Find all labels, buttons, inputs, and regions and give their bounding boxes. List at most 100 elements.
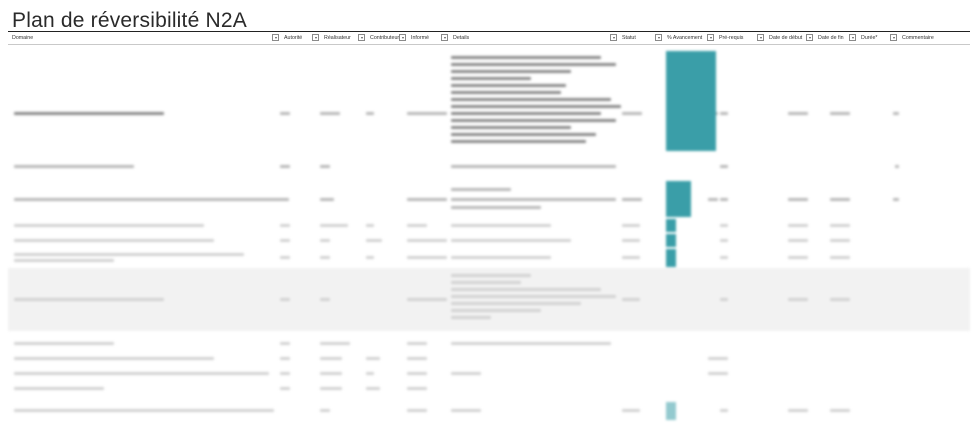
cell-autorite (280, 357, 290, 360)
cell-duree (895, 165, 899, 168)
col-header-domaine: Domaine (12, 32, 33, 44)
cell-domaine (14, 342, 114, 345)
cell-autorite (280, 239, 290, 242)
progress-bar (666, 402, 676, 420)
table-row[interactable] (8, 351, 970, 366)
cell-informe (407, 239, 447, 242)
cell-statut (622, 409, 640, 412)
cell-statut (622, 198, 642, 201)
cell-informe (407, 198, 447, 201)
cell-contributeur (366, 387, 380, 390)
table-header-row: Domaine Autorité Réalisateur Contributeu… (0, 32, 975, 44)
cell-prerequis (720, 198, 728, 201)
filter-dropdown-icon[interactable] (272, 34, 279, 41)
table-row[interactable] (8, 336, 970, 351)
cell-realisateur (320, 198, 334, 201)
cell-prerequis (720, 224, 728, 227)
cell-contributeur (366, 372, 374, 375)
table-row[interactable] (8, 50, 970, 152)
cell-date-fin (830, 409, 850, 412)
cell-informe (407, 409, 427, 412)
cell-date-fin (830, 112, 850, 115)
col-header-date-debut: Date de début (757, 32, 802, 44)
cell-informe (407, 372, 427, 375)
cell-date-fin (830, 298, 850, 301)
cell-details (451, 372, 481, 375)
cell-contributeur (366, 239, 382, 242)
table-body (0, 45, 975, 427)
col-header-contributeur: Contributeur (358, 32, 399, 44)
cell-domaine (14, 357, 214, 360)
cell-prerequis (720, 239, 728, 242)
cell-domaine (14, 298, 164, 301)
table-row[interactable] (8, 218, 970, 233)
table-row[interactable] (8, 248, 970, 268)
filter-dropdown-icon[interactable] (358, 34, 365, 41)
filter-dropdown-icon[interactable] (849, 34, 856, 41)
cell-date-debut (788, 256, 808, 259)
filter-dropdown-icon[interactable] (312, 34, 319, 41)
cell-details (451, 239, 571, 242)
cell-date-debut (788, 409, 808, 412)
col-header-label: Contributeur (370, 35, 400, 41)
col-header-informe: Informé (399, 32, 429, 44)
cell-date-fin (830, 198, 850, 201)
cell-domaine (14, 372, 269, 375)
cell-domaine (14, 165, 134, 168)
filter-dropdown-icon[interactable] (441, 34, 448, 41)
filter-dropdown-icon[interactable] (806, 34, 813, 41)
page-title: Plan de réversibilité N2A (12, 9, 247, 32)
cell-prerequis (720, 256, 728, 259)
col-header-label: Date de début (769, 35, 803, 41)
cell-prerequis (720, 298, 728, 301)
cell-realisateur (320, 256, 330, 259)
col-header-label: Date de fin (818, 35, 844, 41)
col-header-label: Informé (411, 35, 429, 41)
cell-informe (407, 256, 447, 259)
col-header-prerequis: Pré-requis (707, 32, 743, 44)
cell-date-fin (830, 239, 850, 242)
filter-dropdown-icon[interactable] (399, 34, 406, 41)
cell-informe (407, 342, 427, 345)
col-header-label: Commentaire (902, 35, 934, 41)
col-header-commentaire: Commentaire (890, 32, 934, 44)
cell-informe (407, 387, 427, 390)
cell-domaine (14, 239, 214, 242)
cell-contributeur (366, 256, 374, 259)
cell-prerequis (720, 409, 728, 412)
cell-details (451, 409, 481, 412)
cell-realisateur (320, 372, 342, 375)
col-header-realisateur: Réalisateur (312, 32, 351, 44)
cell-autorite (280, 387, 290, 390)
cell-autorite (280, 165, 290, 168)
table-row[interactable] (8, 152, 970, 180)
cell-details (451, 224, 551, 227)
table-row[interactable] (8, 381, 970, 396)
table-row[interactable] (8, 401, 970, 421)
filter-dropdown-icon[interactable] (707, 34, 714, 41)
filter-dropdown-icon[interactable] (655, 34, 662, 41)
cell-informe (407, 112, 447, 115)
table-row[interactable] (8, 180, 970, 218)
col-header-label: Statut (622, 35, 636, 41)
cell-domaine (14, 198, 289, 201)
table-row[interactable] (8, 233, 970, 248)
progress-bar (666, 51, 716, 151)
table-row[interactable] (8, 366, 970, 381)
filter-dropdown-icon[interactable] (890, 34, 897, 41)
filter-dropdown-icon[interactable] (610, 34, 617, 41)
col-header-label: % Avancement (667, 35, 703, 41)
col-header-label: Details (453, 35, 470, 41)
cell-realisateur (320, 165, 330, 168)
cell-autorite (280, 256, 290, 259)
col-header-date-fin: Date de fin (806, 32, 844, 44)
cell-details (451, 342, 611, 345)
cell-realisateur (320, 298, 330, 301)
cell-duree (893, 198, 899, 201)
table-row[interactable] (8, 268, 970, 331)
cell-date-debut (788, 239, 808, 242)
col-header-label: Autorité (284, 35, 303, 41)
filter-dropdown-icon[interactable] (757, 34, 764, 41)
cell-autorite (280, 342, 290, 345)
cell-autorite (280, 112, 290, 115)
